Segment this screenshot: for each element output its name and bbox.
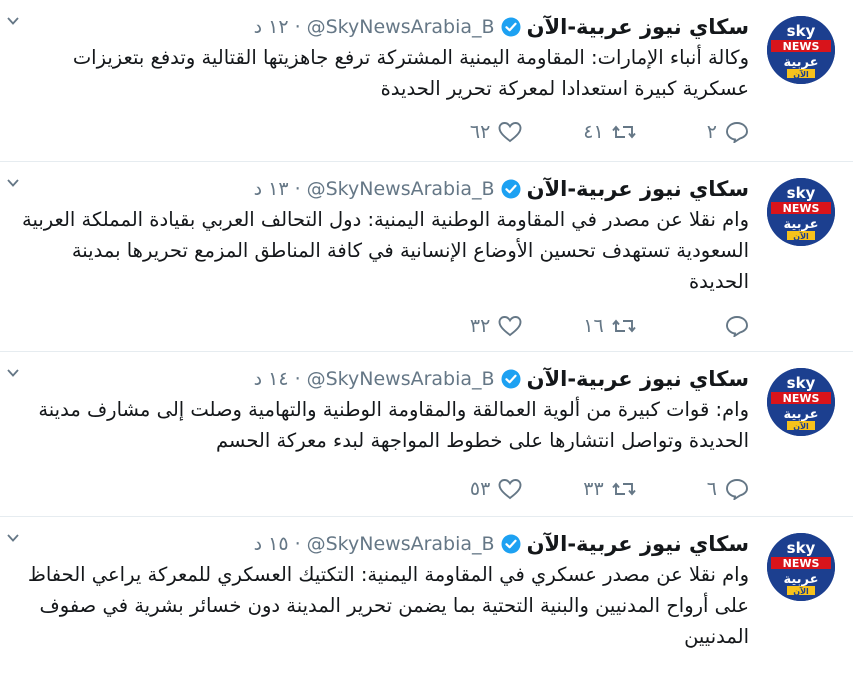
retweet-icon xyxy=(611,319,636,333)
verified-badge-icon xyxy=(501,369,521,389)
chevron-down-icon[interactable] xyxy=(6,176,20,190)
sky-news-arabia-logo: sky NEWS عربية الآن xyxy=(767,16,835,84)
tweet[interactable]: sky NEWS عربية الآن سكاي نيوز عربية-الآن… xyxy=(0,352,853,517)
timestamp[interactable]: ١٢ د xyxy=(254,16,289,38)
retweet-button[interactable]: ١٦ xyxy=(522,315,636,337)
tweet-actions: ١٦ ٣٢ xyxy=(409,311,749,341)
svg-text:sky: sky xyxy=(787,374,816,392)
like-button[interactable]: ٦٢ xyxy=(409,121,522,143)
svg-text:NEWS: NEWS xyxy=(783,202,820,215)
tweet[interactable]: sky NEWS عربية الآن سكاي نيوز عربية-الآن… xyxy=(0,162,853,352)
tweet-text: وام: قوات كبيرة من ألوية العمالقة والمقا… xyxy=(38,398,749,452)
timestamp[interactable]: ١٥ د xyxy=(254,533,289,555)
tweet-header: سكاي نيوز عربية-الآن @SkyNewsArabia_B · … xyxy=(30,529,749,559)
svg-text:الآن: الآن xyxy=(793,231,809,241)
sky-news-arabia-logo: sky NEWS عربية الآن xyxy=(767,368,835,436)
chevron-down-icon[interactable] xyxy=(6,366,20,380)
tweet-header: سكاي نيوز عربية-الآن @SkyNewsArabia_B · … xyxy=(30,174,749,204)
like-button[interactable]: ٣٢ xyxy=(409,315,522,337)
verified-badge-icon xyxy=(501,17,521,37)
tweet[interactable]: sky NEWS عربية الآن سكاي نيوز عربية-الآن… xyxy=(0,517,853,677)
tweet-text: وام نقلا عن مصدر عسكري في المقاومة اليمن… xyxy=(27,563,749,648)
avatar[interactable]: sky NEWS عربية الآن xyxy=(767,368,835,436)
separator: · xyxy=(294,178,301,200)
handle[interactable]: @SkyNewsArabia_B xyxy=(307,16,495,38)
retweet-button[interactable]: ٤١ xyxy=(522,121,636,143)
svg-text:عربية: عربية xyxy=(783,572,818,587)
reply-icon xyxy=(726,479,748,500)
verified-badge-icon xyxy=(501,179,521,199)
tweet-text: وكالة أنباء الإمارات: المقاومة اليمنية ا… xyxy=(72,46,749,100)
reply-button[interactable]: ٢ xyxy=(636,121,749,143)
separator: · xyxy=(294,368,301,390)
svg-text:الآن: الآن xyxy=(793,69,809,79)
heart-icon xyxy=(498,316,522,337)
retweet-count: ١٦ xyxy=(583,315,604,337)
tweet-header: سكاي نيوز عربية-الآن @SkyNewsArabia_B · … xyxy=(30,364,749,394)
handle[interactable]: @SkyNewsArabia_B xyxy=(307,368,495,390)
handle[interactable]: @SkyNewsArabia_B xyxy=(307,178,495,200)
display-name[interactable]: سكاي نيوز عربية-الآن xyxy=(527,177,749,201)
display-name[interactable]: سكاي نيوز عربية-الآن xyxy=(527,532,749,556)
sky-news-arabia-logo: sky NEWS عربية الآن xyxy=(767,533,835,601)
like-button[interactable]: ٥٣ xyxy=(409,478,522,500)
svg-text:NEWS: NEWS xyxy=(783,557,820,570)
reply-button[interactable] xyxy=(636,315,749,337)
svg-text:sky: sky xyxy=(787,184,816,202)
tweet-text: وام نقلا عن مصدر في المقاومة الوطنية الي… xyxy=(22,208,749,293)
chevron-down-icon[interactable] xyxy=(6,14,20,28)
svg-text:NEWS: NEWS xyxy=(783,40,820,53)
sky-news-arabia-logo: sky NEWS عربية الآن xyxy=(767,178,835,246)
tweet-actions: ٢ ٤١ ٦٢ xyxy=(409,117,749,147)
retweet-icon xyxy=(611,482,636,496)
handle[interactable]: @SkyNewsArabia_B xyxy=(307,533,495,555)
tweet-header: سكاي نيوز عربية-الآن @SkyNewsArabia_B · … xyxy=(30,12,749,42)
svg-text:sky: sky xyxy=(787,22,816,40)
heart-icon xyxy=(498,122,522,143)
reply-count: ٦ xyxy=(706,478,717,500)
svg-text:عربية: عربية xyxy=(783,407,818,422)
retweet-icon xyxy=(611,125,636,139)
verified-badge-icon xyxy=(501,534,521,554)
avatar[interactable]: sky NEWS عربية الآن xyxy=(767,16,835,84)
svg-text:NEWS: NEWS xyxy=(783,392,820,405)
svg-text:الآن: الآن xyxy=(793,586,809,596)
heart-icon xyxy=(498,479,522,500)
retweet-count: ٤١ xyxy=(583,121,604,143)
reply-button[interactable]: ٦ xyxy=(636,478,749,500)
reply-icon xyxy=(726,316,748,337)
svg-text:sky: sky xyxy=(787,539,816,557)
retweet-count: ٣٣ xyxy=(583,478,604,500)
chevron-down-icon[interactable] xyxy=(6,531,20,545)
separator: · xyxy=(294,533,301,555)
reply-count: ٢ xyxy=(706,121,717,143)
tweet-feed: sky NEWS عربية الآن سكاي نيوز عربية-الآن… xyxy=(0,0,853,664)
retweet-button[interactable]: ٣٣ xyxy=(522,478,636,500)
reply-icon xyxy=(726,122,748,143)
svg-text:الآن: الآن xyxy=(793,421,809,431)
avatar[interactable]: sky NEWS عربية الآن xyxy=(767,533,835,601)
avatar[interactable]: sky NEWS عربية الآن xyxy=(767,178,835,246)
like-count: ٣٢ xyxy=(469,315,491,337)
like-count: ٦٢ xyxy=(469,121,491,143)
display-name[interactable]: سكاي نيوز عربية-الآن xyxy=(527,367,749,391)
svg-text:عربية: عربية xyxy=(783,217,818,232)
like-count: ٥٣ xyxy=(469,478,491,500)
tweet[interactable]: sky NEWS عربية الآن سكاي نيوز عربية-الآن… xyxy=(0,0,853,162)
timestamp[interactable]: ١٣ د xyxy=(254,178,289,200)
timestamp[interactable]: ١٤ د xyxy=(254,368,289,390)
display-name[interactable]: سكاي نيوز عربية-الآن xyxy=(527,15,749,39)
tweet-actions: ٦ ٣٣ ٥٣ xyxy=(409,474,749,504)
svg-text:عربية: عربية xyxy=(783,55,818,70)
separator: · xyxy=(294,16,301,38)
